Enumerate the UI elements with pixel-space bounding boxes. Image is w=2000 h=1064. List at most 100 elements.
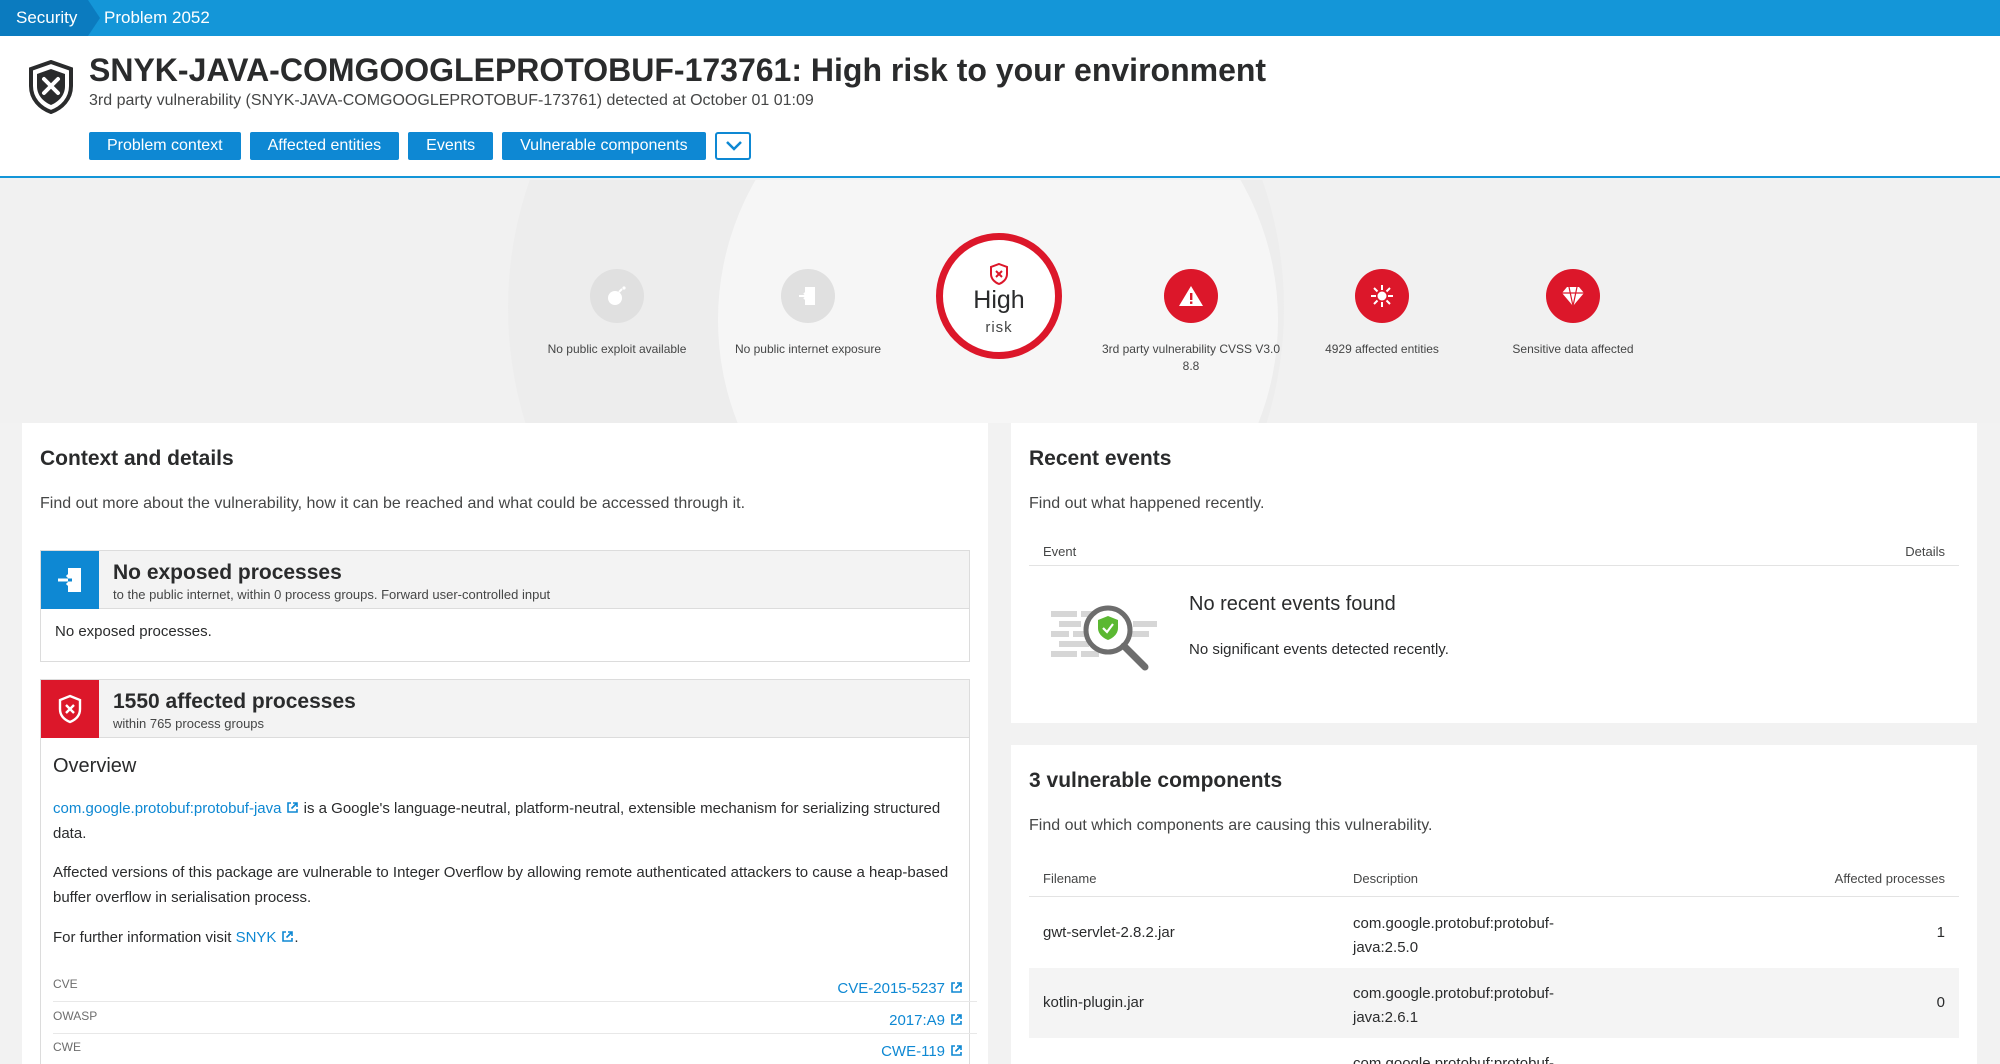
metric-circle xyxy=(1546,269,1600,323)
reference-link[interactable]: CVE-2015-5237 xyxy=(837,980,963,997)
external-link-icon[interactable] xyxy=(950,1044,963,1057)
metric-sensitive-data[interactable]: Sensitive data affected xyxy=(1473,269,1673,358)
metric-cvss[interactable]: 3rd party vulnerability CVSS V3.0 8.8 xyxy=(1091,269,1291,375)
exposed-processes-panel[interactable]: No exposed processes to the public inter… xyxy=(40,550,970,662)
metric-label: No public exploit available xyxy=(547,342,687,356)
risk-level: High xyxy=(973,286,1025,314)
reference-row-owasp: OWASP 2017:A9 xyxy=(53,1003,977,1034)
exposed-heading: No exposed processes xyxy=(113,561,342,584)
door-exit-icon xyxy=(799,287,815,305)
events-title: Recent events xyxy=(1029,447,1172,470)
more-tabs-button[interactable] xyxy=(714,132,751,160)
risk-overview: No public exploit available No public in… xyxy=(0,180,2000,423)
events-table-header: Event Details xyxy=(1029,536,1959,566)
col-details[interactable]: Details xyxy=(1905,544,1945,559)
warning-icon xyxy=(1179,286,1203,306)
page-title: SNYK-JAVA-COMGOOGLEPROTOBUF-173761: High… xyxy=(89,52,1267,88)
metric-label: No public internet exposure xyxy=(734,342,882,356)
external-link-icon[interactable] xyxy=(950,981,963,994)
row-description: com.google.protobuf:protobuf-java:2.5.0 xyxy=(1353,915,1554,956)
reference-key: CVE xyxy=(53,977,78,991)
metric-circle xyxy=(590,269,644,323)
tab-events[interactable]: Events xyxy=(408,132,494,160)
col-affected-processes[interactable]: Affected processes xyxy=(1835,871,1945,886)
section-tabs: Problem context Affected entities Events… xyxy=(89,132,751,160)
snyk-link[interactable]: SNYK xyxy=(236,929,277,946)
col-description[interactable]: Description xyxy=(1353,871,1418,886)
col-event[interactable]: Event xyxy=(1043,544,1076,559)
overview-title: Overview xyxy=(53,755,137,777)
affected-versions-text: Affected versions of this package are vu… xyxy=(53,864,949,906)
external-link-icon[interactable] xyxy=(950,1013,963,1026)
tab-vulnerable-components[interactable]: Vulnerable components xyxy=(502,132,706,160)
components-title: 3 vulnerable components xyxy=(1029,769,1283,792)
row-affected: 0 xyxy=(1936,994,1945,1011)
table-row[interactable]: kotlin-plugin.jar com.google.protobuf:pr… xyxy=(1029,968,1959,1038)
chevron-down-icon xyxy=(725,141,742,151)
row-filename: kotlin-plugin.jar xyxy=(1043,994,1144,1011)
cvss-value: 8.8 xyxy=(1182,359,1200,373)
diamond-icon xyxy=(1562,286,1584,307)
package-link[interactable]: com.google.protobuf:protobuf-java xyxy=(53,800,281,817)
further-info: For further information visit SNYK. xyxy=(53,925,963,950)
reference-row-cve: CVE CVE-2015-5237 xyxy=(53,971,977,1002)
problem-header: SNYK-JAVA-COMGOOGLEPROTOBUF-173761: High… xyxy=(0,36,2000,178)
affected-entities-icon xyxy=(1371,285,1393,307)
risk-word: risk xyxy=(985,319,1013,336)
further-prefix: For further information visit xyxy=(53,929,236,946)
exposed-sub: to the public internet, within 0 process… xyxy=(113,587,551,602)
vulnerable-components-card: 3 vulnerable components Find out which c… xyxy=(1011,745,1977,1064)
affected-heading: 1550 affected processes xyxy=(113,690,356,713)
shield-x-icon xyxy=(29,60,73,114)
panel-icon-box xyxy=(41,551,99,609)
exposed-body: No exposed processes. xyxy=(55,623,212,640)
reference-link[interactable]: CWE-119 xyxy=(881,1043,963,1060)
external-link-icon[interactable] xyxy=(281,930,294,943)
cwe-link-text[interactable]: CWE-119 xyxy=(881,1043,945,1060)
further-suffix: . xyxy=(294,929,299,946)
metric-label: 4929 affected entities xyxy=(1325,342,1439,356)
breadcrumb-problem[interactable]: Problem 2052 xyxy=(104,0,210,36)
metric-label: Sensitive data affected xyxy=(1512,342,1634,356)
row-description: com.google.protobuf:protobuf-java:2.6.1 xyxy=(1353,985,1554,1026)
components-description: Find out which components are causing th… xyxy=(1029,817,1433,834)
shield-x-icon xyxy=(990,263,1008,285)
page-subtitle: 3rd party vulnerability (SNYK-JAVA-COMGO… xyxy=(89,92,814,109)
metric-exposure[interactable]: No public internet exposure xyxy=(708,269,908,358)
cve-link-text[interactable]: CVE-2015-5237 xyxy=(837,980,945,997)
metric-circle xyxy=(781,269,835,323)
magnifier-check-icon xyxy=(1051,605,1157,671)
door-exit-icon xyxy=(58,568,81,592)
components-table-header: Filename Description Affected processes xyxy=(1029,859,1959,897)
reference-key: OWASP xyxy=(53,1009,98,1023)
owasp-link-text[interactable]: 2017:A9 xyxy=(889,1012,945,1029)
no-events-desc: No significant events detected recently. xyxy=(1189,641,1449,658)
metric-exploit[interactable]: No public exploit available xyxy=(517,269,717,358)
risk-level-ring[interactable]: High risk xyxy=(936,233,1062,359)
metric-circle xyxy=(1164,269,1218,323)
context-card: Context and details Find out more about … xyxy=(22,423,988,1064)
affected-sub: within 765 process groups xyxy=(113,716,265,731)
reference-key: CWE xyxy=(53,1040,81,1054)
table-row[interactable]: com.google.protobuf:protobuf- xyxy=(1029,1038,1959,1064)
context-title: Context and details xyxy=(40,447,234,470)
panel-icon-box xyxy=(41,680,99,738)
metric-affected-entities[interactable]: 4929 affected entities xyxy=(1282,269,1482,358)
table-row[interactable]: gwt-servlet-2.8.2.jar com.google.protobu… xyxy=(1029,898,1959,968)
tab-affected-entities[interactable]: Affected entities xyxy=(249,132,400,160)
external-link-icon[interactable] xyxy=(286,801,299,814)
panel-header: 1550 affected processes within 765 proce… xyxy=(41,680,969,738)
metric-label: 3rd party vulnerability CVSS V3.0 8.8 xyxy=(1091,341,1291,375)
shield-x-icon xyxy=(58,694,82,724)
bomb-icon xyxy=(608,286,626,305)
col-filename[interactable]: Filename xyxy=(1043,871,1096,886)
breadcrumb-security[interactable]: Security xyxy=(0,0,100,36)
recent-events-card: Recent events Find out what happened rec… xyxy=(1011,423,1977,723)
reference-link[interactable]: 2017:A9 xyxy=(889,1012,963,1029)
events-description: Find out what happened recently. xyxy=(1029,495,1265,512)
reference-row-cwe: CWE CWE-119 xyxy=(53,1034,977,1064)
row-affected: 1 xyxy=(1936,924,1945,941)
package-description: com.google.protobuf:protobuf-java is a G… xyxy=(53,796,963,846)
tab-problem-context[interactable]: Problem context xyxy=(89,132,241,160)
cvss-label: 3rd party vulnerability CVSS V3.0 xyxy=(1101,342,1281,356)
